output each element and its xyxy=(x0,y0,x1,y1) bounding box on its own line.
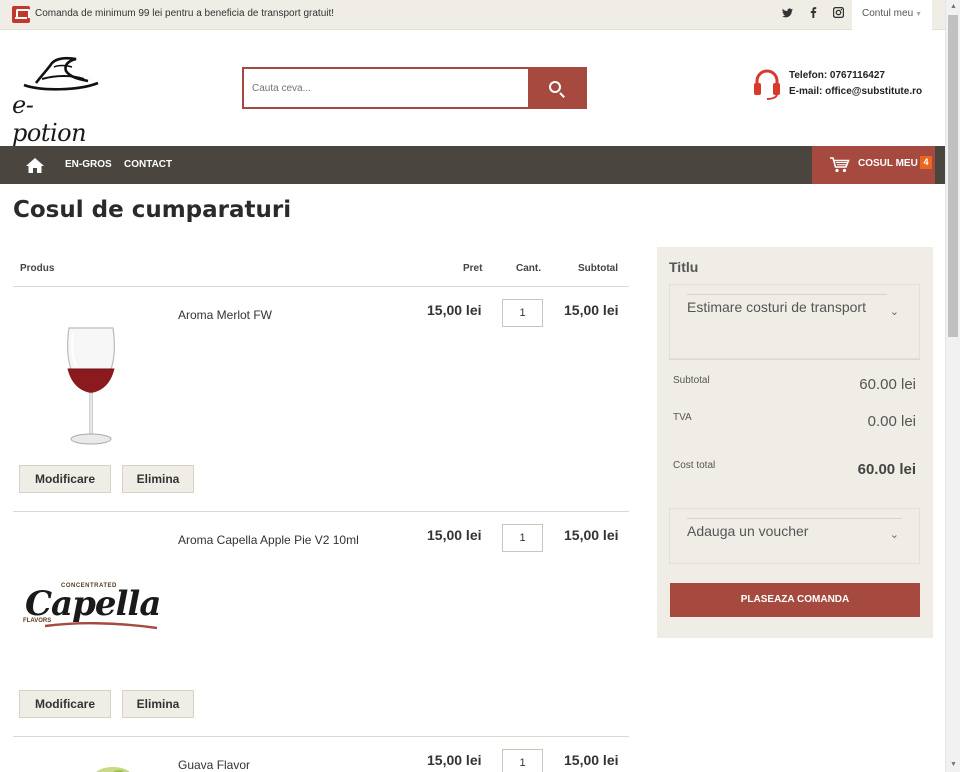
subtotal-label: Subtotal xyxy=(673,375,710,386)
home-icon[interactable] xyxy=(25,157,45,174)
scroll-down-icon[interactable]: ▼ xyxy=(946,758,960,772)
scrollbar-thumb[interactable] xyxy=(948,15,958,337)
shipping-estimate-toggle[interactable]: Estimare costuri de transport ⌄ xyxy=(669,284,920,359)
facebook-icon[interactable] xyxy=(810,7,817,21)
voucher-toggle[interactable]: Adauga un voucher ⌄ xyxy=(669,508,920,564)
cart-item: Guava Flavor 15,00 lei 1 15,00 lei xyxy=(13,737,629,772)
search-input[interactable] xyxy=(244,69,530,107)
site-logo[interactable]: e-potion xyxy=(12,51,102,147)
contact-info: Telefon: 0767116427 E-mail: office@subst… xyxy=(753,68,943,102)
cart-button[interactable]: COSUL MEU 4 xyxy=(812,146,935,184)
search-bar xyxy=(242,67,587,109)
column-price: Pret xyxy=(463,263,483,274)
cart-item: Aroma Merlot FW 15,00 lei 1 15,00 lei Mo… xyxy=(13,287,629,512)
product-subtotal: 15,00 lei xyxy=(564,302,619,318)
total-label: Cost total xyxy=(673,460,716,471)
voucher-label: Adauga un voucher xyxy=(687,518,902,540)
subtotal-row: Subtotal 60.00 lei xyxy=(673,374,916,398)
cart-label: COSUL MEU xyxy=(858,158,918,169)
email-address[interactable]: E-mail: office@substitute.ro xyxy=(789,86,922,97)
page-title: Cosul de cumparaturi xyxy=(13,197,292,223)
shipping-estimate-label: Estimare costuri de transport xyxy=(687,294,887,316)
product-name[interactable]: Aroma Merlot FW xyxy=(178,308,272,322)
account-dropdown[interactable]: Contul meu ▼ xyxy=(852,0,932,30)
free-shipping-promo: Comanda de minimum 99 lei pentru a benef… xyxy=(35,8,335,19)
tax-row: TVA 0.00 lei xyxy=(673,411,916,435)
product-name[interactable]: Aroma Capella Apple Pie V2 10ml xyxy=(178,533,359,547)
phone-number[interactable]: Telefon: 0767116427 xyxy=(789,70,885,81)
capella-swoosh xyxy=(45,622,157,630)
truck-icon xyxy=(12,6,30,23)
column-qty: Cant. xyxy=(516,263,541,274)
search-icon xyxy=(549,81,561,93)
product-price: 15,00 lei xyxy=(427,527,482,543)
quantity-input[interactable]: 1 xyxy=(502,749,543,772)
caret-down-icon: ▼ xyxy=(915,11,923,18)
nav-item-en-gros[interactable]: EN-GROS xyxy=(65,159,112,170)
order-summary: Titlu Estimare costuri de transport ⌄ Su… xyxy=(657,247,933,638)
product-name[interactable]: Guava Flavor xyxy=(178,758,250,772)
product-subtotal: 15,00 lei xyxy=(564,752,619,768)
total-value: 60.00 lei xyxy=(857,461,916,478)
cart-table-header: Produs Pret Cant. Subtotal xyxy=(13,256,629,287)
headset-icon xyxy=(754,69,780,100)
instagram-icon[interactable] xyxy=(832,6,845,21)
cart-item: CONCENTRATED Capella FLAVORS Aroma Capel… xyxy=(13,512,629,737)
quantity-input[interactable]: 1 xyxy=(502,299,543,327)
product-image-guava xyxy=(96,767,130,772)
quantity-input[interactable]: 1 xyxy=(502,524,543,552)
product-subtotal: 15,00 lei xyxy=(564,527,619,543)
edit-button[interactable]: Modificare xyxy=(19,690,111,718)
place-order-button[interactable]: PLASEAZA COMANDA xyxy=(670,583,920,617)
witch-hat-icon xyxy=(23,56,99,91)
total-row: Cost total 60.00 lei xyxy=(673,459,916,483)
product-price: 15,00 lei xyxy=(427,302,482,318)
account-label: Contul meu xyxy=(862,8,914,19)
product-image-wine-glass xyxy=(67,327,115,445)
shopping-cart-icon xyxy=(830,157,850,173)
product-image-capella-logo: CONCENTRATED Capella FLAVORS xyxy=(21,580,161,630)
subtotal-value: 60.00 lei xyxy=(859,376,916,393)
main-nav: EN-GROS CONTACT COSUL MEU 4 xyxy=(0,146,945,184)
chevron-down-icon: ⌄ xyxy=(889,306,899,318)
column-subtotal: Subtotal xyxy=(578,263,618,274)
edit-button[interactable]: Modificare xyxy=(19,465,111,493)
product-price: 15,00 lei xyxy=(427,752,482,768)
chevron-down-icon: ⌄ xyxy=(889,529,899,541)
top-bar: Comanda de minimum 99 lei pentru a benef… xyxy=(0,0,945,30)
page-scrollbar[interactable]: ▲ ▼ xyxy=(945,0,960,772)
cart-count-badge: 4 xyxy=(920,156,932,169)
column-product: Produs xyxy=(20,263,55,274)
logo-text: e-potion xyxy=(12,91,87,147)
site-header: e-potion Telefon: 0767116427 E-mail: off… xyxy=(0,31,945,147)
search-button[interactable] xyxy=(528,69,585,107)
scroll-up-icon[interactable]: ▲ xyxy=(946,0,960,14)
remove-button[interactable]: Elimina xyxy=(122,690,194,718)
remove-button[interactable]: Elimina xyxy=(122,465,194,493)
tax-value: 0.00 lei xyxy=(867,413,916,430)
nav-item-contact[interactable]: CONTACT xyxy=(124,159,172,170)
summary-title: Titlu xyxy=(669,259,699,275)
twitter-icon[interactable] xyxy=(782,7,793,21)
tax-label: TVA xyxy=(673,412,692,423)
